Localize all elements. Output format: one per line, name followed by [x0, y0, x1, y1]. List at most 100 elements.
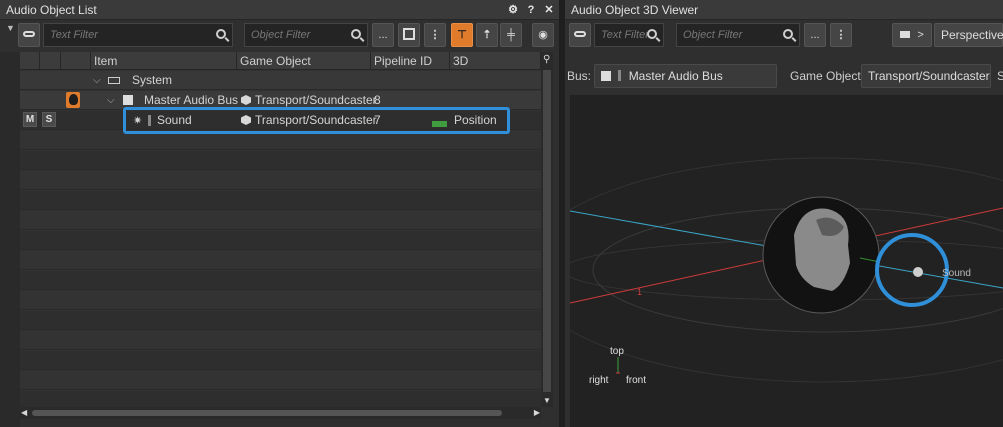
column-header-item[interactable]: Item: [91, 52, 237, 70]
expand-chevron-icon[interactable]: ⌵: [107, 91, 115, 110]
scroll-down-icon[interactable]: ▼: [543, 396, 551, 405]
column-header-3d-spatialization[interactable]: 3D Spatialization: [450, 52, 541, 86]
bus-selector[interactable]: Master Audio Bus: [594, 64, 777, 88]
help-icon[interactable]: ?: [525, 4, 537, 16]
align-top-icon: ⊤: [457, 29, 467, 41]
empty-row: [20, 251, 541, 270]
empty-row: [20, 171, 541, 190]
column-header-pipeline-id[interactable]: Pipeline ID: [371, 52, 450, 70]
copy-to-soundcaster-button[interactable]: [398, 23, 420, 47]
expand-chevron-icon[interactable]: ⌵: [93, 71, 101, 90]
split-icon: ╪: [507, 29, 515, 41]
scroll-thumb[interactable]: [32, 410, 502, 416]
sound-label: Sound: [942, 268, 971, 279]
upload-button[interactable]: ⇡: [476, 23, 498, 47]
empty-row: [20, 331, 541, 350]
bus-icon: [108, 71, 120, 90]
horizontal-scrollbar[interactable]: ◀ ▶: [20, 407, 541, 419]
game-object-icon: [241, 95, 251, 105]
link-button[interactable]: [569, 23, 591, 47]
empty-row: [20, 291, 541, 310]
viewer-toolbar: Text Filter Object Filter ... ⋮ > Perspe…: [565, 20, 1003, 50]
empty-row: [20, 371, 541, 390]
document-icon: [403, 28, 415, 40]
object-filter-placeholder: Object Filter: [251, 29, 311, 41]
sound-emitter-icon[interactable]: [913, 267, 923, 277]
cut-off-label: S: [997, 69, 1003, 83]
selection-highlight: [123, 107, 510, 134]
sound-highlight-ring: [875, 233, 949, 307]
scroll-right-icon[interactable]: ▶: [534, 407, 540, 419]
eye-icon: ◉: [538, 29, 548, 41]
object-filter-input[interactable]: Object Filter: [244, 23, 368, 47]
row-item: System: [132, 73, 173, 87]
scroll-search-icon[interactable]: ⚲: [543, 54, 550, 65]
link-button[interactable]: [18, 23, 40, 47]
solo-button[interactable]: S: [42, 112, 56, 127]
vertical-dots-icon: ⋮: [835, 29, 847, 41]
audio-object-list-panel: Audio Object List ⚙ ? ✕ ▼ Text Filter Ob…: [0, 0, 559, 427]
audio-object-table: Item Game Object Pipeline ID 3D Spatiali…: [20, 52, 541, 407]
table-row[interactable]: ⌵ System: [20, 71, 541, 90]
view-mode-dropdown[interactable]: Perspective: [934, 23, 1003, 47]
text-filter-input[interactable]: Text Filter: [594, 23, 664, 47]
object-filter-input[interactable]: Object Filter: [676, 23, 800, 47]
row-game-object-label: Transport/Soundcaster: [255, 93, 377, 107]
options-menu-button[interactable]: ⋮: [830, 23, 852, 47]
audio-bus-icon: [601, 71, 611, 81]
collapse-arrow-icon[interactable]: ▼: [6, 23, 15, 33]
viewer-titlebar: Audio Object 3D Viewer: [565, 0, 1003, 20]
empty-row: [20, 351, 541, 370]
column-header-game-object[interactable]: Game Object: [237, 52, 371, 70]
game-object-selector[interactable]: Transport/Soundcaster: [861, 64, 991, 88]
camera-icon: [900, 31, 911, 38]
audio-object-3d-viewer-panel: Audio Object 3D Viewer Text Filter Objec…: [565, 0, 1003, 427]
more-button[interactable]: ...: [804, 23, 826, 47]
panel-title: Audio Object 3D Viewer: [571, 3, 699, 17]
visibility-button[interactable]: ◉: [532, 23, 554, 47]
vertical-dots-icon: ⋮: [429, 29, 441, 41]
column-header-blank: [61, 52, 91, 70]
more-button[interactable]: ...: [372, 23, 394, 47]
empty-row: [20, 151, 541, 170]
camera-button[interactable]: >: [892, 23, 932, 47]
split-button[interactable]: ╪: [500, 23, 522, 47]
link-icon: [574, 31, 586, 37]
vertical-scrollbar[interactable]: ⚲ ▼: [541, 52, 553, 407]
options-menu-button[interactable]: ⋮: [424, 23, 446, 47]
column-header-blank: [20, 52, 40, 70]
3d-viewport[interactable]: Sound 1 top right front: [565, 95, 1003, 427]
gear-icon[interactable]: ⚙: [507, 4, 519, 16]
game-object-label: Game Object:: [790, 69, 865, 83]
color-swatch: [618, 70, 622, 81]
empty-row: [20, 211, 541, 230]
camera-arrow: >: [917, 29, 924, 41]
gizmo-right-label: right: [589, 375, 609, 386]
empty-row: [20, 311, 541, 330]
empty-row: [20, 271, 541, 290]
empty-row: [20, 391, 541, 407]
left-gutter: [0, 52, 20, 427]
scroll-thumb[interactable]: [543, 70, 551, 392]
mute-button[interactable]: M: [23, 112, 37, 127]
list-toolbar: ▼ Text Filter Object Filter ... ⋮ ⊤ ⇡ ╪ …: [0, 20, 559, 50]
empty-row: [20, 191, 541, 210]
close-icon[interactable]: ✕: [543, 4, 555, 16]
link-icon: [23, 31, 35, 37]
text-filter-placeholder: Text Filter: [50, 29, 98, 41]
empty-row: [20, 231, 541, 250]
upload-icon: ⇡: [482, 29, 492, 41]
search-icon: [216, 29, 226, 39]
align-top-button[interactable]: ⊤: [451, 23, 473, 47]
audio-object-list-titlebar: Audio Object List ⚙ ? ✕: [0, 0, 559, 20]
column-header-blank: [40, 52, 61, 70]
3d-scene[interactable]: Sound 1 top right front: [565, 95, 1003, 427]
object-filter-placeholder: Object Filter: [683, 29, 743, 41]
search-icon: [647, 29, 657, 39]
text-filter-input[interactable]: Text Filter: [43, 23, 233, 47]
gizmo-top-label: top: [610, 346, 624, 357]
bus-label: Bus:: [567, 69, 592, 83]
ring-distance-label: 1: [637, 287, 642, 297]
search-icon: [351, 29, 361, 39]
scroll-left-icon[interactable]: ◀: [21, 407, 27, 419]
